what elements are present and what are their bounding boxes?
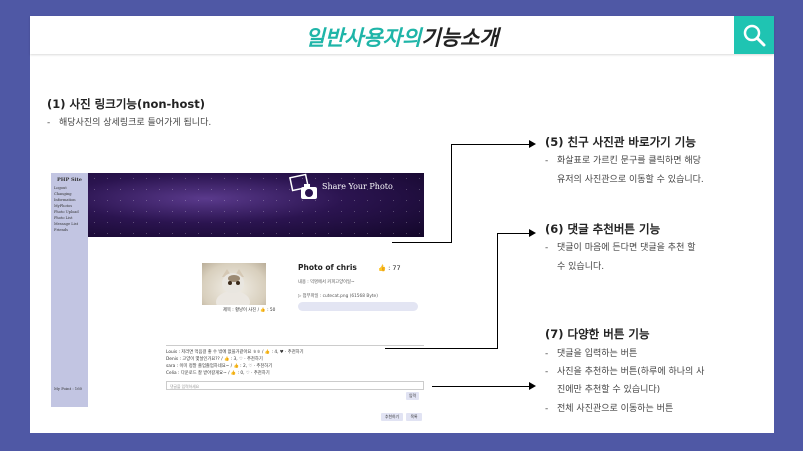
section7-bullet: - 댓글을 입력하는 버튼 bbox=[545, 349, 638, 359]
photo-list-button[interactable]: 목록 bbox=[406, 413, 422, 421]
section5-bullet: - 화살표로 가르킨 문구를 클릭하면 해당 bbox=[545, 156, 701, 166]
connector-line bbox=[451, 144, 531, 145]
arrow-head bbox=[529, 382, 536, 390]
friend-photo-link[interactable]: Photo of chris bbox=[298, 263, 357, 272]
section7-bullet: - 사진을 추천하는 버튼(하루에 하나의 사 bbox=[545, 367, 705, 377]
photo-icon bbox=[289, 173, 317, 199]
connector-line bbox=[451, 144, 452, 243]
section5-bullet-cont: 유저의 사진관으로 이동할 수 있습니다. bbox=[557, 175, 704, 185]
mock-nav: Logout Changing Information MyPhotos Pho… bbox=[54, 185, 79, 233]
photo-attachment[interactable]: ▷ 첨부파일 : cutecat.png (61568 Byte) bbox=[298, 293, 378, 299]
section5-heading: (5) 친구 사진관 바로가기 기능 bbox=[545, 135, 696, 149]
comment-item: Denis : 고양이 몇살인가요?? / 👍 : 3, ♡ · 추천하기 bbox=[166, 357, 263, 362]
cat-photo-link[interactable] bbox=[202, 263, 266, 305]
mock-nav-friends[interactable]: Friends bbox=[54, 227, 79, 233]
comment-item: sara : 이미 정말 졸업졸업하네요~ / 👍 : 2, ♡ · 추천하기 bbox=[166, 364, 273, 369]
section7-bullet: - 전체 사진관으로 이동하는 버튼 bbox=[545, 404, 674, 414]
connector-line bbox=[392, 242, 452, 243]
section7-bullet-cont: 진에만 추천할 수 있습니다) bbox=[557, 385, 661, 395]
photo-body: 내용 : 익명에서 커피고양이일~ bbox=[298, 280, 355, 285]
section1-heading: (1) 사진 링크기능(non-host) bbox=[47, 97, 205, 111]
mock-site-name: PHP Site bbox=[57, 177, 82, 183]
section1-bullet: - 해당사진의 상세링크로 들어가게 됩니다. bbox=[47, 118, 212, 128]
slide-title-rest: 기능소개 bbox=[421, 26, 499, 50]
recommend-photo-button[interactable]: 추천하기 bbox=[381, 413, 403, 421]
mock-banner-text: Share Your Photo bbox=[322, 182, 393, 191]
slide-panel: 일반사용자의기능소개 (1) 사진 링크기능(non-host) - 해당사진의 … bbox=[30, 16, 774, 433]
comment-list: Louis : 저러면 먹음걸 좋 수 밖에 없을거같아요 ㅎㅎ / 👍 : 4… bbox=[166, 345, 424, 377]
arrow-head bbox=[529, 229, 536, 237]
connector-line bbox=[432, 386, 531, 387]
search-icon bbox=[743, 24, 766, 47]
comment-item: Louis : 저러면 먹음걸 좋 수 밖에 없을거같아요 ㅎㅎ / 👍 : 4… bbox=[166, 350, 304, 355]
slide-title-accent: 일반사용자의 bbox=[305, 26, 422, 50]
section6-heading: (6) 댓글 추천버튼 기능 bbox=[545, 222, 661, 236]
search-button[interactable] bbox=[734, 16, 774, 54]
photo-info-bar bbox=[298, 302, 418, 311]
mock-sidebar: PHP Site Logout Changing Information MyP… bbox=[51, 173, 88, 407]
comment-submit-button[interactable]: 입력 bbox=[406, 392, 419, 400]
photo-likes: 👍 : 77 bbox=[378, 264, 401, 272]
connector-line bbox=[497, 233, 498, 349]
title-bar: 일반사용자의기능소개 bbox=[30, 16, 774, 54]
comment-item: Celia : 다운로드 잘 받아갈게요~ / 👍 : 0, ♡ · 추천하기 bbox=[166, 371, 270, 376]
photo-page-screenshot: PHP Site Logout Changing Information MyP… bbox=[51, 173, 424, 421]
cat-photo-caption: 제목 : 황냥이 사진 / 👍 : 50 bbox=[223, 308, 276, 313]
comment-input[interactable]: 댓글을 입력하세요 bbox=[166, 381, 424, 390]
mock-my-point: My Point : 160 bbox=[54, 386, 83, 391]
section6-bullet-cont: 수 있습니다. bbox=[557, 262, 605, 272]
section7-heading: (7) 다양한 버튼 기능 bbox=[545, 327, 650, 341]
connector-line bbox=[497, 233, 531, 234]
connector-line bbox=[385, 348, 498, 349]
arrow-head bbox=[529, 140, 536, 148]
slide-title: 일반사용자의기능소개 bbox=[30, 22, 774, 52]
mock-banner: Share Your Photo bbox=[88, 173, 424, 237]
section6-bullet: - 댓글이 마음에 든다면 댓글을 추천 할 bbox=[545, 243, 696, 253]
